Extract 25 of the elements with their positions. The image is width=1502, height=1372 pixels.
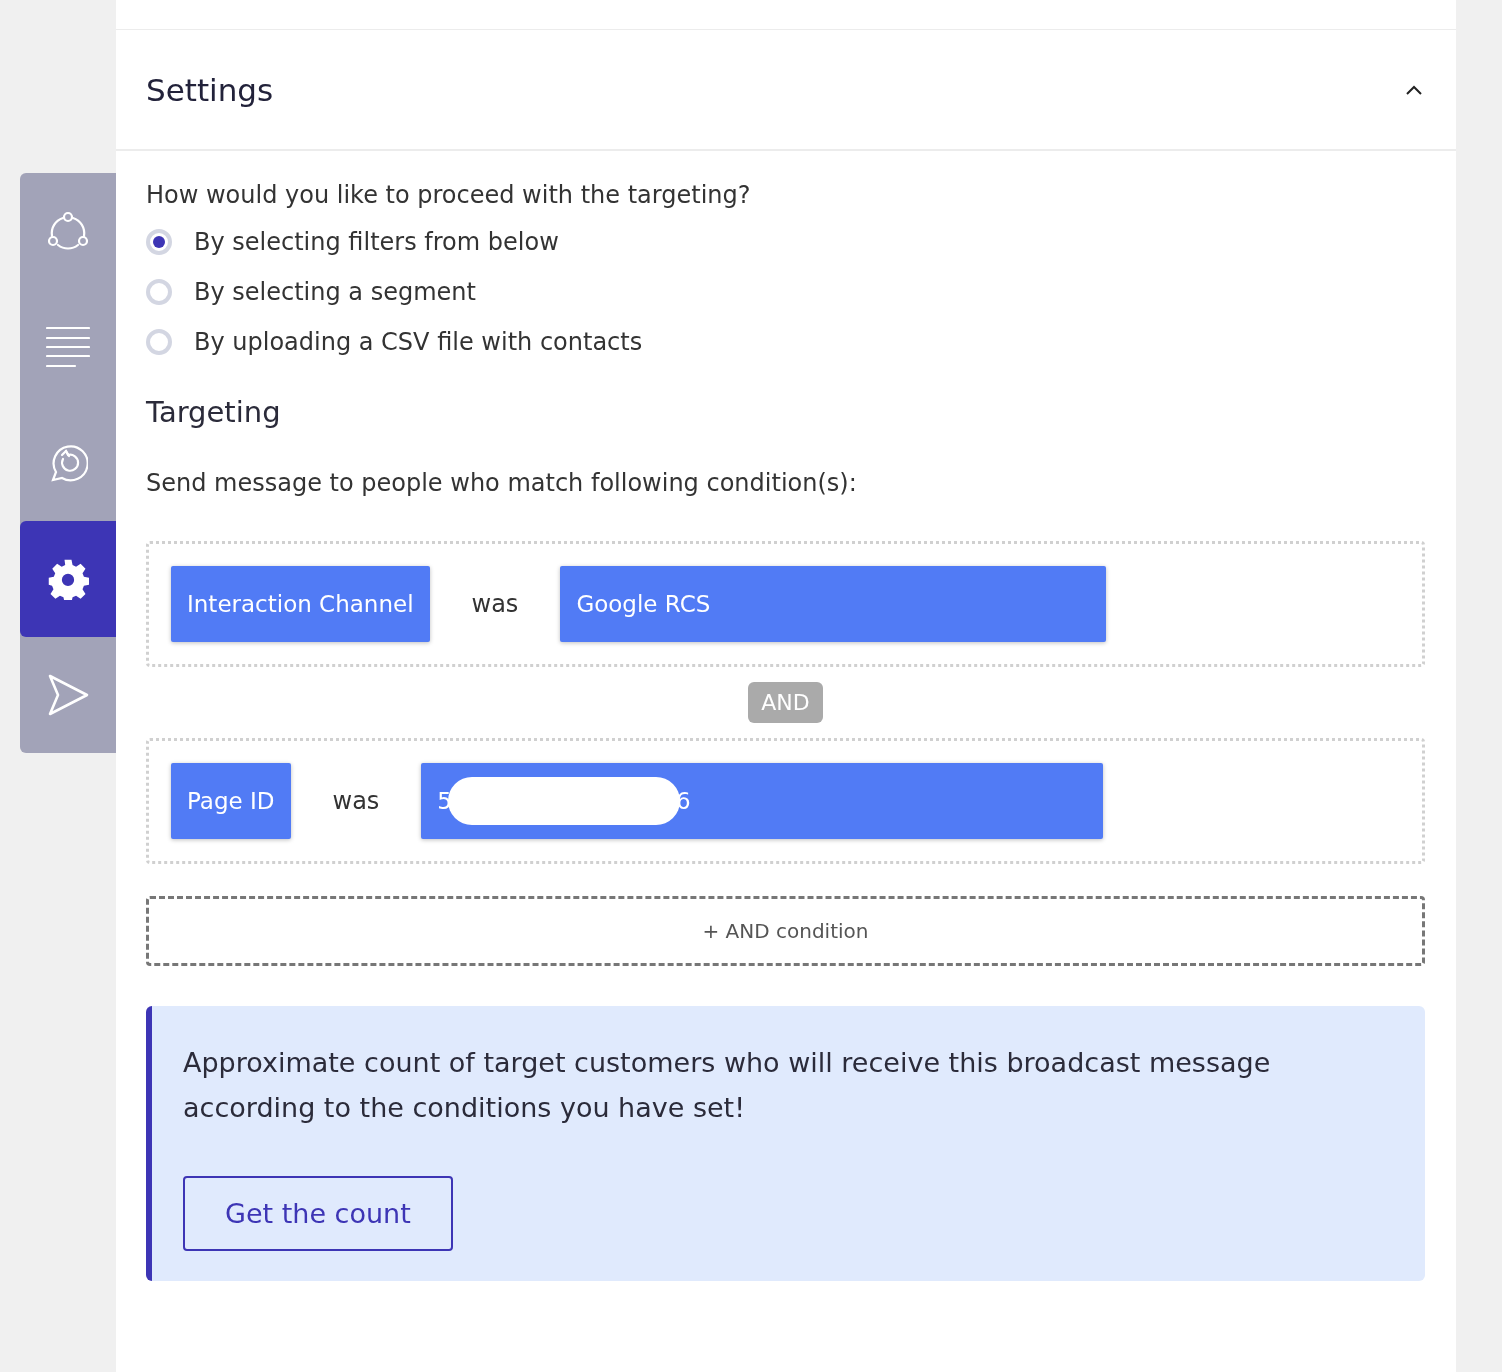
sidebar-item[interactable] <box>20 521 116 637</box>
value-select[interactable]: Google RCS <box>560 566 1107 642</box>
targeting-intro: Send message to people who match following condition(s): <box>146 469 858 497</box>
radio-button[interactable] <box>146 329 172 355</box>
targeting-title: Targeting <box>146 395 282 429</box>
question-text: How would you like to proceed with the targeting? <box>146 181 752 209</box>
option-label: By selecting a segment <box>194 278 476 306</box>
radio-button[interactable] <box>146 279 172 305</box>
option-label: By uploading a CSV file with contacts <box>194 328 643 356</box>
field-select[interactable]: Page ID <box>171 763 291 839</box>
chevron-up-icon[interactable] <box>1406 84 1422 95</box>
share-icon <box>46 209 90 253</box>
text-lines-icon <box>46 326 90 368</box>
operator-text: was <box>332 787 380 815</box>
option-label: By selecting filters from below <box>194 228 559 256</box>
send-icon <box>47 674 89 716</box>
and-tag: AND <box>748 682 823 723</box>
gear-icon <box>47 558 89 600</box>
add-condition-button[interactable]: + AND condition <box>146 896 1425 966</box>
radio-button[interactable] <box>146 229 172 255</box>
field-select[interactable]: Interaction Channel <box>171 566 430 642</box>
get-count-button[interactable]: Get the count <box>183 1176 453 1251</box>
section-title: Settings <box>146 71 274 108</box>
count-info-text: Approximate count of target customers who will receive this broadcast message according to the conditions you have set! <box>183 1046 1272 1125</box>
operator-text: was <box>471 590 519 618</box>
